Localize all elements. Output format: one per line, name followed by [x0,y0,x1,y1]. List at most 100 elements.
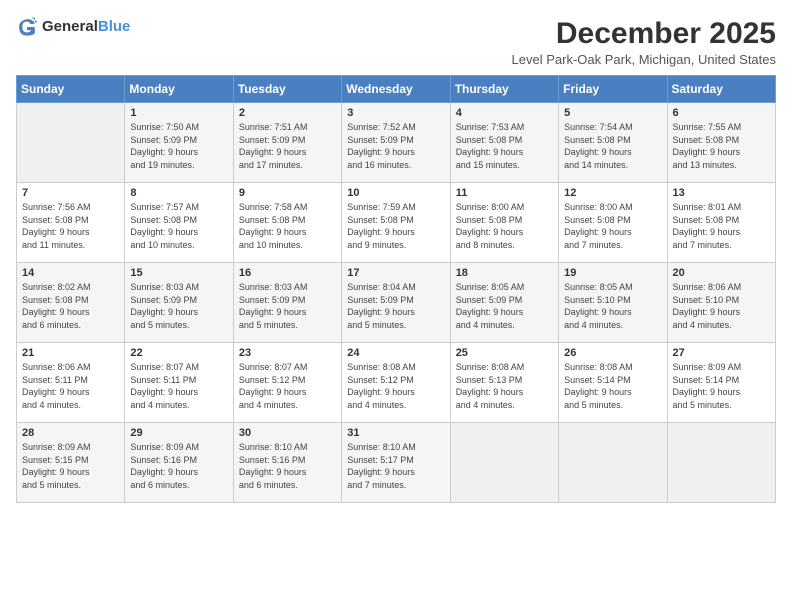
day-number: 8 [130,187,227,199]
day-number: 24 [347,347,444,359]
day-number: 15 [130,267,227,279]
cell-content: Sunrise: 8:08 AM Sunset: 5:12 PM Dayligh… [347,361,444,411]
calendar-cell: 23 Sunrise: 8:07 AM Sunset: 5:12 PM Dayli… [233,343,341,423]
cell-content: Sunrise: 7:57 AM Sunset: 5:08 PM Dayligh… [130,201,227,251]
cell-content: Sunrise: 8:03 AM Sunset: 5:09 PM Dayligh… [239,281,336,331]
day-number: 18 [456,267,553,279]
cell-content: Sunrise: 8:07 AM Sunset: 5:11 PM Dayligh… [130,361,227,411]
calendar-cell: 24 Sunrise: 8:08 AM Sunset: 5:12 PM Dayli… [342,343,450,423]
cell-content: Sunrise: 7:58 AM Sunset: 5:08 PM Dayligh… [239,201,336,251]
day-number: 9 [239,187,336,199]
calendar-cell: 21 Sunrise: 8:06 AM Sunset: 5:11 PM Dayli… [17,343,125,423]
calendar-cell: 20Sunrise: 8:06 AM Sunset: 5:10 PM Dayli… [667,263,775,343]
day-number: 21 [22,347,119,359]
calendar-cell: 13Sunrise: 8:01 AM Sunset: 5:08 PM Dayli… [667,183,775,263]
day-number: 17 [347,267,444,279]
calendar-cell: 28 Sunrise: 8:09 AM Sunset: 5:15 PM Dayli… [17,423,125,503]
header-cell-tuesday: Tuesday [233,76,341,103]
logo: GeneralBlue [16,16,130,38]
calendar-cell [667,423,775,503]
day-number: 22 [130,347,227,359]
cell-content: Sunrise: 8:10 AM Sunset: 5:17 PM Dayligh… [347,441,444,491]
header: GeneralBlue December 2025 Level Park-Oak… [16,16,776,67]
calendar-cell: 27Sunrise: 8:09 AM Sunset: 5:14 PM Dayli… [667,343,775,423]
cell-content: Sunrise: 8:02 AM Sunset: 5:08 PM Dayligh… [22,281,119,331]
cell-content: Sunrise: 7:54 AM Sunset: 5:08 PM Dayligh… [564,121,661,171]
calendar-body: 1 Sunrise: 7:50 AM Sunset: 5:09 PM Daylig… [17,103,776,503]
day-number: 6 [673,107,770,119]
cell-content: Sunrise: 8:08 AM Sunset: 5:13 PM Dayligh… [456,361,553,411]
day-number: 2 [239,107,336,119]
cell-content: Sunrise: 8:08 AM Sunset: 5:14 PM Dayligh… [564,361,661,411]
calendar-cell: 31 Sunrise: 8:10 AM Sunset: 5:17 PM Dayli… [342,423,450,503]
day-number: 31 [347,427,444,439]
logo-icon [16,16,38,38]
location-subtitle: Level Park-Oak Park, Michigan, United St… [512,52,776,67]
day-number: 1 [130,107,227,119]
calendar-cell: 9 Sunrise: 7:58 AM Sunset: 5:08 PM Daylig… [233,183,341,263]
cell-content: Sunrise: 8:00 AM Sunset: 5:08 PM Dayligh… [564,201,661,251]
calendar-table: SundayMondayTuesdayWednesdayThursdayFrid… [16,75,776,503]
calendar-cell: 10 Sunrise: 7:59 AM Sunset: 5:08 PM Dayli… [342,183,450,263]
calendar-cell: 22 Sunrise: 8:07 AM Sunset: 5:11 PM Dayli… [125,343,233,423]
cell-content: Sunrise: 8:07 AM Sunset: 5:12 PM Dayligh… [239,361,336,411]
cell-content: Sunrise: 8:03 AM Sunset: 5:09 PM Dayligh… [130,281,227,331]
cell-content: Sunrise: 8:00 AM Sunset: 5:08 PM Dayligh… [456,201,553,251]
calendar-cell: 16 Sunrise: 8:03 AM Sunset: 5:09 PM Dayli… [233,263,341,343]
cell-content: Sunrise: 8:06 AM Sunset: 5:11 PM Dayligh… [22,361,119,411]
cell-content: Sunrise: 8:05 AM Sunset: 5:10 PM Dayligh… [564,281,661,331]
calendar-cell: 19 Sunrise: 8:05 AM Sunset: 5:10 PM Dayli… [559,263,667,343]
calendar-cell: 18Sunrise: 8:05 AM Sunset: 5:09 PM Dayli… [450,263,558,343]
day-number: 5 [564,107,661,119]
logo-text: GeneralBlue [42,18,130,36]
day-number: 29 [130,427,227,439]
day-number: 13 [673,187,770,199]
day-number: 20 [673,267,770,279]
cell-content: Sunrise: 7:52 AM Sunset: 5:09 PM Dayligh… [347,121,444,171]
day-number: 12 [564,187,661,199]
calendar-cell: 29Sunrise: 8:09 AM Sunset: 5:16 PM Dayli… [125,423,233,503]
calendar-cell [17,103,125,183]
calendar-cell: 15 Sunrise: 8:03 AM Sunset: 5:09 PM Dayli… [125,263,233,343]
cell-content: Sunrise: 7:59 AM Sunset: 5:08 PM Dayligh… [347,201,444,251]
calendar-cell: 30 Sunrise: 8:10 AM Sunset: 5:16 PM Dayli… [233,423,341,503]
calendar-cell: 11 Sunrise: 8:00 AM Sunset: 5:08 PM Dayli… [450,183,558,263]
title-area: December 2025 Level Park-Oak Park, Michi… [512,16,776,67]
header-cell-saturday: Saturday [667,76,775,103]
day-number: 28 [22,427,119,439]
calendar-week-row: 28 Sunrise: 8:09 AM Sunset: 5:15 PM Dayli… [17,423,776,503]
cell-content: Sunrise: 8:04 AM Sunset: 5:09 PM Dayligh… [347,281,444,331]
calendar-cell: 8 Sunrise: 7:57 AM Sunset: 5:08 PM Daylig… [125,183,233,263]
day-number: 10 [347,187,444,199]
day-number: 4 [456,107,553,119]
cell-content: Sunrise: 7:56 AM Sunset: 5:08 PM Dayligh… [22,201,119,251]
day-number: 7 [22,187,119,199]
calendar-cell [450,423,558,503]
header-cell-friday: Friday [559,76,667,103]
calendar-cell: 1 Sunrise: 7:50 AM Sunset: 5:09 PM Daylig… [125,103,233,183]
header-cell-monday: Monday [125,76,233,103]
calendar-cell [559,423,667,503]
calendar-cell: 14Sunrise: 8:02 AM Sunset: 5:08 PM Dayli… [17,263,125,343]
calendar-week-row: 7 Sunrise: 7:56 AM Sunset: 5:08 PM Daylig… [17,183,776,263]
day-number: 16 [239,267,336,279]
header-cell-wednesday: Wednesday [342,76,450,103]
cell-content: Sunrise: 7:53 AM Sunset: 5:08 PM Dayligh… [456,121,553,171]
cell-content: Sunrise: 8:10 AM Sunset: 5:16 PM Dayligh… [239,441,336,491]
calendar-week-row: 14Sunrise: 8:02 AM Sunset: 5:08 PM Dayli… [17,263,776,343]
header-cell-thursday: Thursday [450,76,558,103]
day-number: 11 [456,187,553,199]
cell-content: Sunrise: 8:09 AM Sunset: 5:15 PM Dayligh… [22,441,119,491]
calendar-cell: 5 Sunrise: 7:54 AM Sunset: 5:08 PM Daylig… [559,103,667,183]
month-title: December 2025 [512,16,776,52]
calendar-cell: 17 Sunrise: 8:04 AM Sunset: 5:09 PM Dayli… [342,263,450,343]
cell-content: Sunrise: 7:55 AM Sunset: 5:08 PM Dayligh… [673,121,770,171]
day-number: 30 [239,427,336,439]
day-number: 19 [564,267,661,279]
calendar-week-row: 21 Sunrise: 8:06 AM Sunset: 5:11 PM Dayli… [17,343,776,423]
cell-content: Sunrise: 7:50 AM Sunset: 5:09 PM Dayligh… [130,121,227,171]
calendar-header-row: SundayMondayTuesdayWednesdayThursdayFrid… [17,76,776,103]
calendar-week-row: 1 Sunrise: 7:50 AM Sunset: 5:09 PM Daylig… [17,103,776,183]
day-number: 23 [239,347,336,359]
day-number: 25 [456,347,553,359]
